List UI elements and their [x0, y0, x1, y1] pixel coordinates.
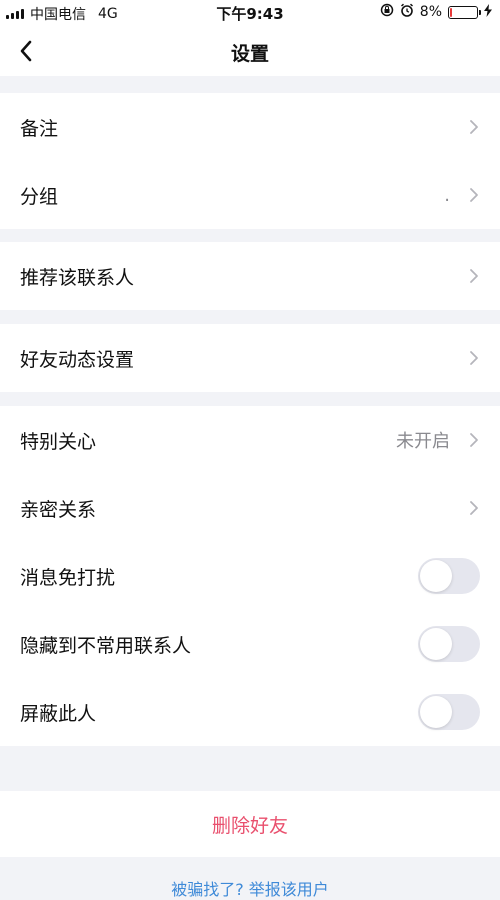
toggle-knob: [420, 628, 452, 660]
group-row[interactable]: 分组 .: [0, 161, 500, 229]
chevron-right-icon: [470, 120, 478, 134]
chevron-right-icon: [470, 188, 478, 202]
settings-group-1: 备注 分组 .: [0, 93, 500, 229]
chevron-right-icon: [470, 501, 478, 515]
block-user-row: 屏蔽此人: [0, 678, 500, 746]
do-not-disturb-row: 消息免打扰: [0, 542, 500, 610]
delete-friend-button[interactable]: 删除好友: [0, 791, 500, 857]
block-user-toggle[interactable]: [418, 694, 480, 730]
battery-percent: 8%: [419, 4, 442, 20]
intimate-relation-row[interactable]: 亲密关系: [0, 474, 500, 542]
report-user-link[interactable]: 被骗找了? 举报该用户: [0, 876, 500, 900]
charging-icon: [484, 3, 492, 21]
status-right: 8%: [380, 3, 492, 21]
chevron-right-icon: [470, 433, 478, 447]
toggle-knob: [420, 560, 452, 592]
group-label: 分组: [20, 185, 59, 208]
special-care-row[interactable]: 特别关心 未开启: [0, 406, 500, 474]
battery-icon: [448, 5, 481, 19]
toggle-knob: [420, 696, 452, 728]
hide-contact-label: 隐藏到不常用联系人: [20, 634, 192, 657]
do-not-disturb-label: 消息免打扰: [20, 566, 116, 589]
alarm-icon: [400, 3, 414, 21]
do-not-disturb-toggle[interactable]: [418, 558, 480, 594]
intimate-relation-label: 亲密关系: [20, 498, 97, 521]
remark-row[interactable]: 备注: [0, 93, 500, 161]
special-care-label: 特别关心: [20, 430, 97, 453]
chevron-right-icon: [470, 351, 478, 365]
special-care-value: 未开启: [396, 431, 450, 452]
page-title: 设置: [230, 43, 269, 65]
hide-contact-row: 隐藏到不常用联系人: [0, 610, 500, 678]
hide-contact-toggle[interactable]: [418, 626, 480, 662]
status-bar: 中国电信 4G 下午9:43 8%: [0, 0, 500, 26]
remark-label: 备注: [20, 117, 59, 140]
recommend-contact-row[interactable]: 推荐该联系人: [0, 242, 500, 310]
settings-group-3: 好友动态设置: [0, 324, 500, 392]
nav-bar: 设置: [0, 26, 500, 76]
moments-settings-label: 好友动态设置: [20, 348, 135, 371]
settings-group-4: 特别关心 未开启 亲密关系 消息免打扰 隐藏到不常用联系人 屏蔽此人: [0, 406, 500, 746]
settings-group-2: 推荐该联系人: [0, 242, 500, 310]
recommend-contact-label: 推荐该联系人: [20, 266, 135, 289]
chevron-right-icon: [470, 269, 478, 283]
moments-settings-row[interactable]: 好友动态设置: [0, 324, 500, 392]
rotation-lock-icon: [380, 3, 394, 21]
group-value: .: [444, 184, 450, 206]
block-user-label: 屏蔽此人: [20, 702, 97, 725]
